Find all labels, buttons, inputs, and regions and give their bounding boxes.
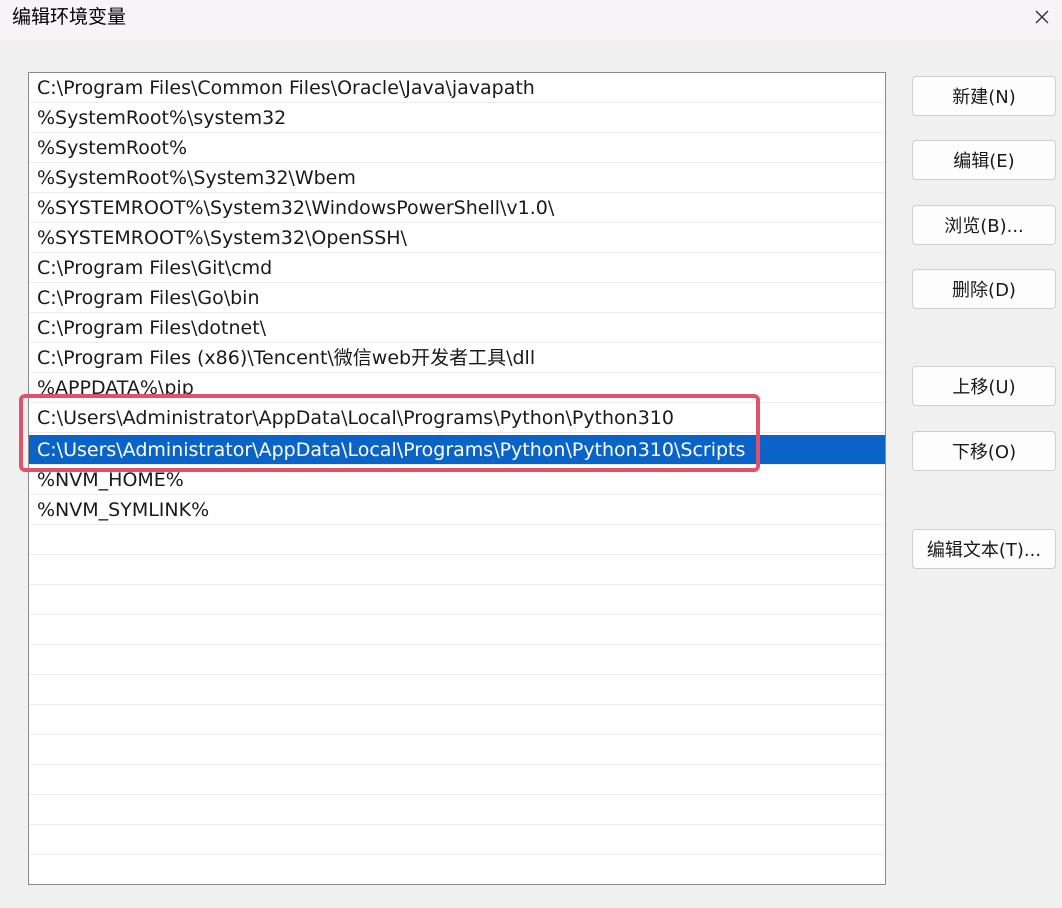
list-item-label: %SystemRoot% <box>37 137 188 159</box>
path-list[interactable]: C:\Program Files\Common Files\Oracle\Jav… <box>28 72 886 885</box>
list-item[interactable]: %NVM_HOME% <box>29 465 885 495</box>
close-button[interactable] <box>1022 0 1062 34</box>
new-button[interactable]: 新建(N) <box>912 76 1056 116</box>
delete-button[interactable]: 删除(D) <box>912 269 1056 309</box>
empty-row <box>29 795 885 825</box>
edit-text-button[interactable]: 编辑文本(T)... <box>912 529 1056 569</box>
list-item-label: %SystemRoot%\system32 <box>37 107 287 129</box>
list-item[interactable]: %SystemRoot%\System32\Wbem <box>29 163 885 193</box>
empty-row <box>29 855 885 884</box>
empty-row <box>29 525 885 555</box>
list-item[interactable]: %SYSTEMROOT%\System32\OpenSSH\ <box>29 223 885 253</box>
move-down-button[interactable]: 下移(O) <box>912 431 1056 471</box>
list-item-label: C:\Users\Administrator\AppData\Local\Pro… <box>37 439 746 461</box>
list-item-label: %NVM_SYMLINK% <box>37 499 210 521</box>
list-item[interactable]: C:\Program Files\Git\cmd <box>29 253 885 283</box>
list-item[interactable]: C:\Program Files\dotnet\ <box>29 313 885 343</box>
list-item[interactable]: C:\Program Files (x86)\Tencent\微信web开发者工… <box>29 343 885 373</box>
empty-row <box>29 765 885 795</box>
list-item-label: %SYSTEMROOT%\System32\OpenSSH\ <box>37 227 407 249</box>
empty-row <box>29 645 885 675</box>
list-item[interactable]: %SYSTEMROOT%\System32\WindowsPowerShell\… <box>29 193 885 223</box>
list-item-selected[interactable]: C:\Users\Administrator\AppData\Local\Pro… <box>29 435 885 465</box>
list-item-label: C:\Program Files\Go\bin <box>37 287 260 309</box>
list-item[interactable]: %NVM_SYMLINK% <box>29 495 885 525</box>
empty-row <box>29 675 885 705</box>
list-item-label: C:\Program Files\Common Files\Oracle\Jav… <box>37 77 535 99</box>
move-up-button[interactable]: 上移(U) <box>912 366 1056 406</box>
list-item-label: %APPDATA%\pip <box>37 377 194 399</box>
list-item-label: %SYSTEMROOT%\System32\WindowsPowerShell\… <box>37 197 555 219</box>
close-icon <box>1035 10 1049 24</box>
list-item-label: C:\Program Files\dotnet\ <box>37 317 267 339</box>
title-bar: 编辑环境变量 <box>0 0 1062 40</box>
list-item[interactable]: C:\Program Files\Go\bin <box>29 283 885 313</box>
empty-row <box>29 825 885 855</box>
list-item[interactable]: C:\Program Files\Common Files\Oracle\Jav… <box>29 73 885 103</box>
browse-button[interactable]: 浏览(B)... <box>912 205 1056 245</box>
edit-env-variable-dialog: 编辑环境变量 C:\Program Files\Common Files\Ora… <box>0 0 1062 908</box>
empty-row <box>29 555 885 585</box>
list-item-label: C:\Program Files (x86)\Tencent\微信web开发者工… <box>37 347 536 369</box>
list-item-label: C:\Users\Administrator\AppData\Local\Pro… <box>37 407 674 429</box>
list-item-label: %NVM_HOME% <box>37 469 184 491</box>
list-item-label: %SystemRoot%\System32\Wbem <box>37 167 356 189</box>
empty-row <box>29 585 885 615</box>
list-item[interactable]: %SystemRoot%\system32 <box>29 103 885 133</box>
list-item[interactable]: %SystemRoot% <box>29 133 885 163</box>
empty-row <box>29 705 885 735</box>
list-item[interactable]: %APPDATA%\pip <box>29 373 885 403</box>
edit-button[interactable]: 编辑(E) <box>912 140 1056 180</box>
list-item[interactable]: C:\Users\Administrator\AppData\Local\Pro… <box>29 403 885 433</box>
dialog-title: 编辑环境变量 <box>12 6 127 28</box>
empty-row <box>29 735 885 765</box>
empty-row <box>29 615 885 645</box>
list-item-label: C:\Program Files\Git\cmd <box>37 257 273 279</box>
